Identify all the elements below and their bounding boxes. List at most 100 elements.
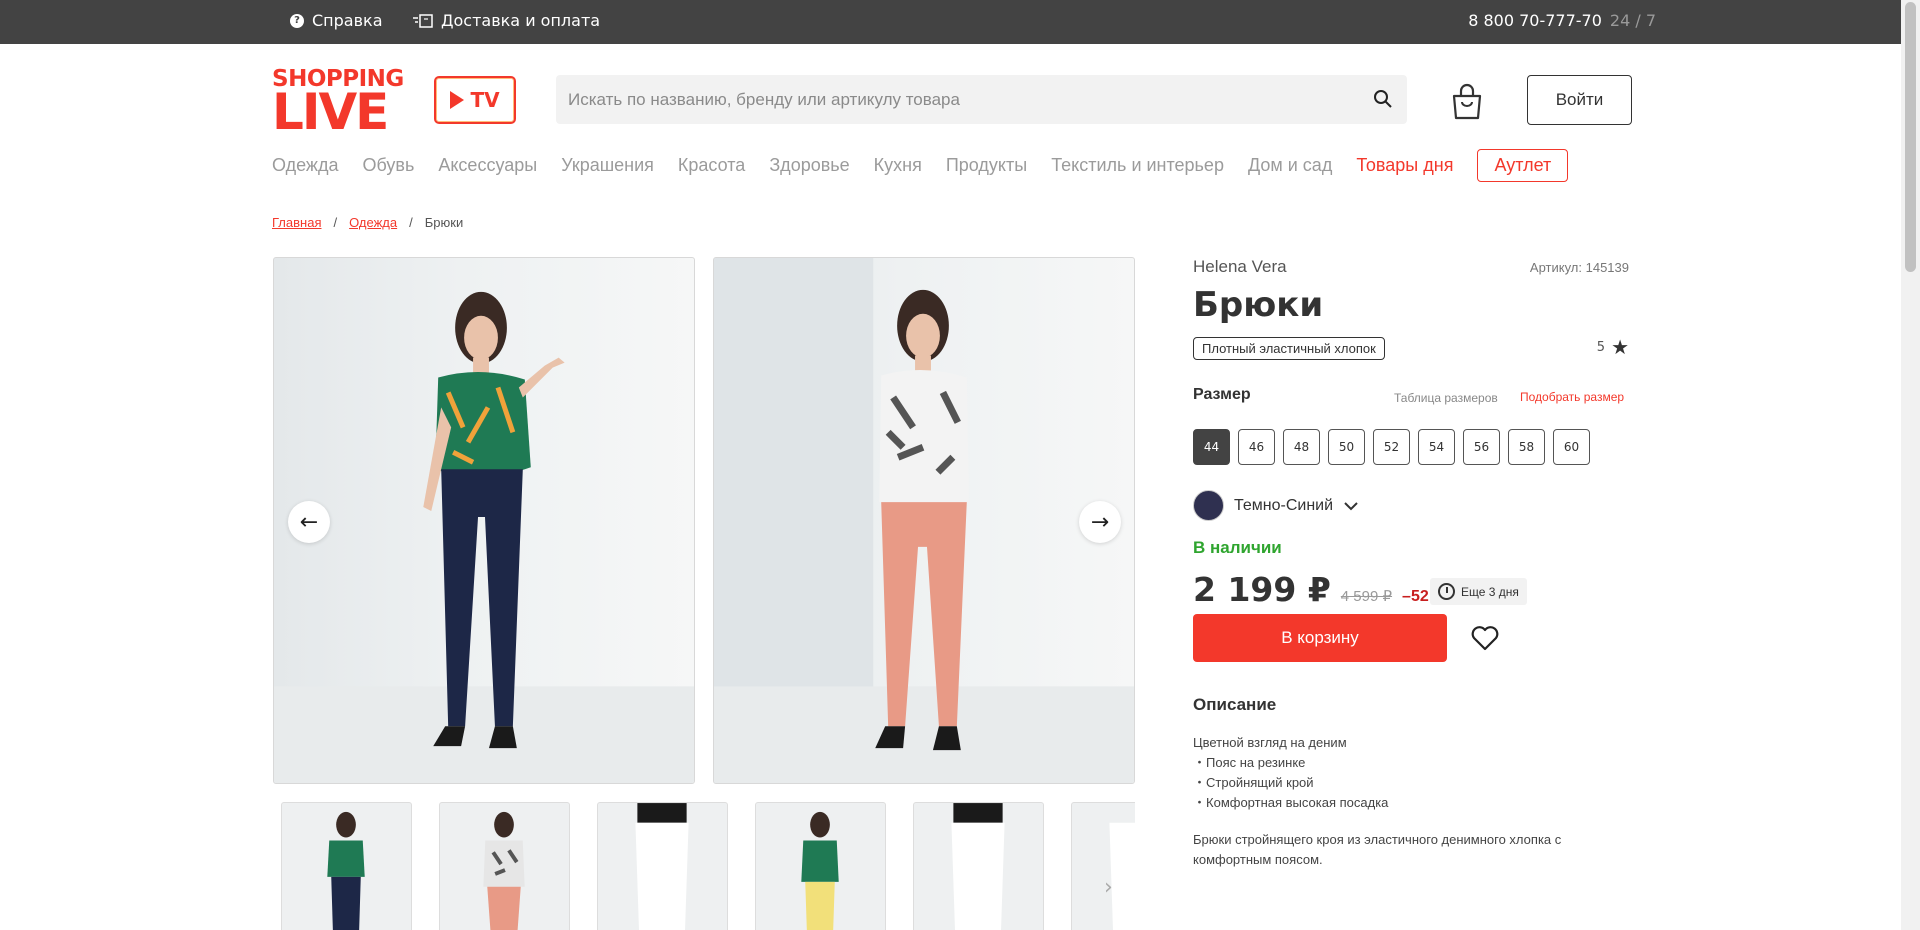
product-rating[interactable]: 5 ★: [1596, 335, 1629, 359]
color-name: Темно-Синий: [1234, 496, 1334, 514]
thumbnail[interactable]: [1071, 802, 1135, 930]
timer-text: Еще 3 дня: [1461, 584, 1519, 599]
old-price: 4 599 ₽: [1340, 588, 1393, 605]
nav-item-shoes[interactable]: Обувь: [362, 155, 414, 176]
chevron-down-icon: [1344, 501, 1358, 510]
size-table-link[interactable]: Таблица размеров: [1394, 391, 1498, 405]
arrow-right-icon: →: [1090, 509, 1110, 535]
thumbnail[interactable]: [439, 802, 570, 930]
size-option[interactable]: 56: [1463, 429, 1500, 465]
size-options: 44 46 48 50 52 54 56 58 60: [1193, 429, 1590, 465]
size-option[interactable]: 48: [1283, 429, 1320, 465]
size-picker-link[interactable]: Подобрать размер: [1520, 390, 1624, 404]
thumbnail-strip: [281, 802, 1135, 930]
model-image: [714, 258, 1134, 783]
nav-item-deals[interactable]: Товары дня: [1356, 155, 1453, 176]
size-label: Размер: [1193, 386, 1251, 403]
delivery-link[interactable]: Доставка и оплата: [413, 11, 600, 30]
login-button[interactable]: Войти: [1527, 75, 1632, 125]
size-option[interactable]: 60: [1553, 429, 1590, 465]
thumbnail-image: [951, 803, 1005, 930]
nav-item-textile[interactable]: Текстиль и интерьер: [1051, 155, 1224, 176]
clock-icon: [1438, 583, 1455, 600]
color-selector[interactable]: Темно-Синий: [1193, 490, 1359, 521]
thumbnail-image: [1109, 822, 1135, 930]
shopping-live-logo[interactable]: SHOPPING LIVE: [272, 68, 404, 141]
description-list: Цветной взгляд на деним Пояс на резинке …: [1193, 733, 1388, 813]
breadcrumb-category[interactable]: Одежда: [349, 215, 397, 230]
description-point: Комфортная высокая посадка: [1193, 793, 1388, 813]
thumbnail[interactable]: [281, 802, 412, 930]
product-tag: Плотный эластичный хлопок: [1193, 337, 1385, 360]
nav-item-beauty[interactable]: Красота: [678, 155, 745, 176]
size-option[interactable]: 50: [1328, 429, 1365, 465]
promo-timer: Еще 3 дня: [1430, 578, 1527, 605]
search-icon[interactable]: [1373, 89, 1393, 109]
size-option[interactable]: 46: [1238, 429, 1275, 465]
nav-item-jewelry[interactable]: Украшения: [561, 155, 654, 176]
logo-bottom-text: LIVE: [272, 83, 389, 141]
breadcrumb-current: Брюки: [424, 215, 464, 230]
chevron-right-icon[interactable]: ›: [1104, 875, 1113, 900]
description-point: Пояс на резинке: [1193, 753, 1388, 773]
thumbnail[interactable]: [597, 802, 728, 930]
help-link[interactable]: ? Справка: [290, 11, 383, 30]
category-nav: Одежда Обувь Аксессуары Украшения Красот…: [272, 148, 1569, 182]
nav-item-health[interactable]: Здоровье: [769, 155, 849, 176]
size-option[interactable]: 52: [1373, 429, 1410, 465]
description-lead: Цветной взгляд на деним: [1193, 735, 1347, 750]
tv-label: TV: [470, 88, 500, 112]
nav-item-accessories[interactable]: Аксессуары: [438, 155, 537, 176]
outlet-button[interactable]: Аутлет: [1477, 148, 1569, 182]
top-bar: ? Справка Доставка и оплата 8 800 70-777…: [0, 0, 1901, 44]
thumbnail-image: [635, 803, 689, 930]
rating-value: 5: [1596, 339, 1606, 355]
phone-text: 8 800 70-777-70: [1468, 11, 1602, 30]
product-title: Брюки: [1193, 285, 1324, 325]
current-price: 2 199 ₽: [1193, 570, 1331, 609]
product-brand[interactable]: Helena Vera: [1193, 257, 1287, 277]
heart-icon[interactable]: [1471, 625, 1499, 651]
star-icon: ★: [1611, 335, 1629, 359]
description-title: Описание: [1193, 695, 1277, 714]
shopping-bag-icon[interactable]: [1451, 82, 1483, 120]
search-bar: [556, 75, 1407, 124]
play-icon: [450, 91, 465, 109]
nav-item-food[interactable]: Продукты: [946, 155, 1027, 176]
product-photo-2[interactable]: →: [713, 257, 1135, 784]
nav-item-clothing[interactable]: Одежда: [272, 155, 338, 176]
search-input[interactable]: [568, 75, 1348, 124]
size-option[interactable]: 44: [1193, 429, 1230, 465]
support-hours: 24 / 7: [1609, 11, 1656, 30]
thumbnail-image: [327, 811, 365, 930]
nav-item-kitchen[interactable]: Кухня: [874, 155, 922, 176]
next-arrow-button[interactable]: →: [1079, 501, 1121, 543]
thumbnail[interactable]: [913, 802, 1044, 930]
thumbnail-image: [483, 811, 525, 930]
size-option[interactable]: 54: [1418, 429, 1455, 465]
delivery-label: Доставка и оплата: [441, 11, 601, 30]
phone-number[interactable]: 8 800 70-777-70 24 / 7: [1468, 11, 1656, 30]
model-image: [274, 291, 694, 783]
description-text: Брюки стройнящего кроя из эластичного де…: [1193, 832, 1562, 867]
tv-button[interactable]: TV: [434, 76, 516, 124]
question-icon: ?: [290, 13, 304, 28]
size-option[interactable]: 58: [1508, 429, 1545, 465]
breadcrumb-separator: /: [333, 215, 338, 230]
add-to-cart-button[interactable]: В корзину: [1193, 614, 1447, 662]
description-point: Стройнящий крой: [1193, 773, 1388, 793]
page-scrollbar[interactable]: [1901, 0, 1920, 930]
scrollbar-thumb[interactable]: [1905, 2, 1916, 272]
prev-arrow-button[interactable]: ←: [288, 501, 330, 543]
stock-status: В наличии: [1193, 538, 1282, 557]
thumbnail[interactable]: [755, 802, 886, 930]
nav-item-home-garden[interactable]: Дом и сад: [1248, 155, 1332, 176]
color-swatch: [1193, 490, 1224, 521]
product-photo-1[interactable]: ←: [273, 257, 695, 784]
help-label: Справка: [312, 11, 383, 30]
arrow-left-icon: ←: [299, 509, 319, 535]
breadcrumb-home[interactable]: Главная: [272, 215, 321, 230]
price-block: 2 199 ₽ 4 599 ₽ –52 %: [1193, 570, 1447, 609]
breadcrumb: Главная / Одежда / Брюки: [272, 215, 463, 230]
product-article: Артикул: 145139: [1529, 260, 1629, 275]
